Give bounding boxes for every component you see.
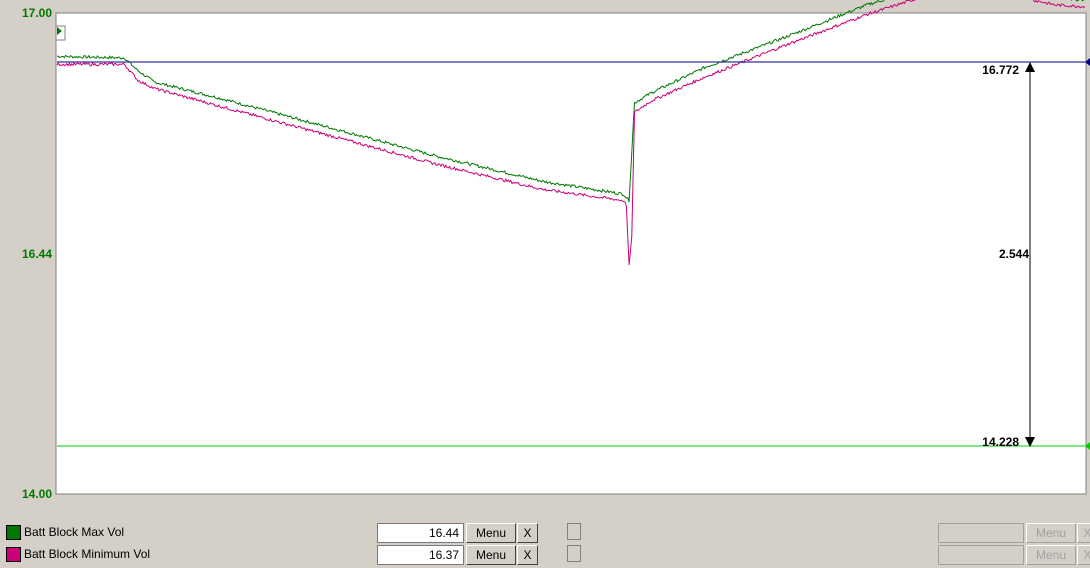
x-tick-label: 266.677	[755, 508, 799, 510]
chart-area: 16.772 14.228 2.544 17.00 16.44 14.00 0 38.09…	[0, 0, 1090, 522]
y-tick-label: 14.00	[22, 487, 52, 501]
disabled-remove-button: X	[1077, 523, 1090, 543]
x-tick-label: 38.097	[141, 508, 178, 510]
x-tick-label: 190.483	[549, 508, 593, 510]
series-menu-button[interactable]: Menu	[466, 545, 516, 565]
series-name: Batt Block Minimum Vol	[24, 547, 151, 561]
series-remove-button[interactable]: X	[517, 545, 538, 565]
series-color-swatch[interactable]	[6, 525, 21, 540]
series-value-field[interactable]: 16.37	[377, 545, 464, 565]
x-axis-unit-label: Sec	[0, 508, 19, 510]
x-tick-label: 228.58	[655, 508, 692, 510]
plot-background	[55, 12, 1087, 495]
series-color-swatch[interactable]	[6, 547, 21, 562]
disabled-menu-button: Menu	[1026, 523, 1076, 543]
series-menu-button[interactable]: Menu	[466, 523, 516, 543]
upper-cursor-label: 16.772	[982, 63, 1019, 77]
series-value-field[interactable]: 16.44	[377, 523, 464, 543]
disabled-menu-button: Menu	[1026, 545, 1076, 565]
y-tick-label: 17.00	[22, 6, 52, 20]
disabled-value-field	[938, 545, 1024, 565]
x-tick-label: 0	[54, 508, 61, 510]
x-tick-label: 114.29	[347, 508, 383, 510]
x-tick-label: 76.193	[244, 508, 281, 510]
series-checkbox[interactable]	[567, 523, 581, 540]
x-tick-label: 152.387	[447, 508, 491, 510]
series-checkbox[interactable]	[567, 545, 581, 562]
x-tick-label: 380.967	[1047, 508, 1090, 510]
y-tick-label: 16.44	[22, 247, 52, 261]
delta-label: 2.544	[999, 247, 1029, 261]
line-chart: 16.772 14.228 2.544 17.00 16.44 14.00 0 38.09…	[0, 0, 1090, 522]
disabled-value-field	[938, 523, 1024, 543]
lower-cursor-label: 14.228	[982, 435, 1019, 449]
series-remove-button[interactable]: X	[517, 523, 538, 543]
legend-row-min-vol: Batt Block Minimum Vol 16.37 Menu X Menu…	[0, 544, 1090, 566]
x-tick-label: 304.774	[858, 508, 902, 510]
series-name: Batt Block Max Vol	[24, 525, 125, 539]
x-tick-label: 342.87	[964, 508, 1001, 510]
legend-row-max-vol: Batt Block Max Vol 16.44 Menu X Menu X	[0, 522, 1090, 544]
disabled-remove-button: X	[1077, 545, 1090, 565]
